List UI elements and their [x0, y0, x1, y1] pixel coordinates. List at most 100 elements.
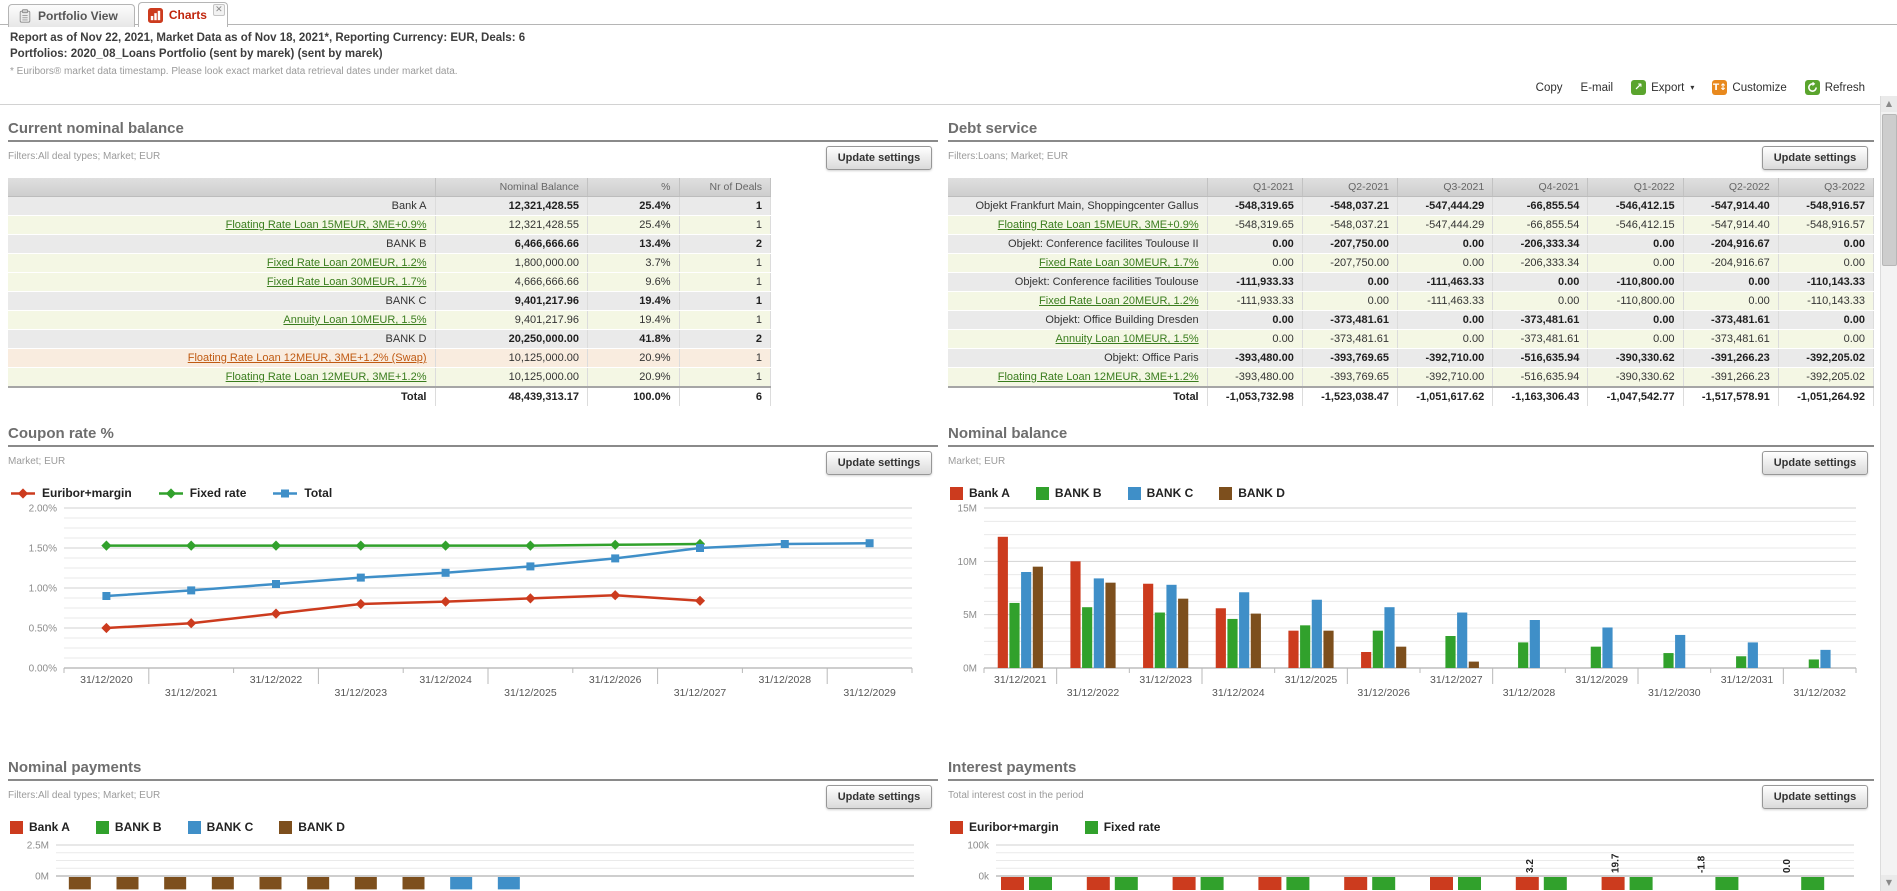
scrollbar-thumb[interactable] — [1882, 114, 1897, 266]
deal-link[interactable]: Fixed Rate Loan 20MEUR, 1.2% — [1039, 295, 1199, 307]
legend-item-euribor-margin[interactable]: Euribor+margin — [950, 820, 1059, 834]
cell-value: 1,800,000.00 — [435, 253, 588, 273]
y-axis-label: 1.50% — [29, 544, 57, 555]
legend-item-total[interactable]: Total — [272, 486, 332, 500]
column-header[interactable]: Q3-2022 — [1778, 178, 1875, 197]
update-settings-button[interactable]: Update settings — [826, 785, 932, 809]
legend-item-euribor-margin[interactable]: Euribor+margin — [10, 486, 132, 500]
legend-item-bank-d[interactable]: BANK D — [279, 820, 345, 834]
bar-bank-d — [1032, 566, 1043, 668]
deal-link[interactable]: Floating Rate Loan 12MEUR, 3ME+1.2% — [998, 371, 1199, 383]
total-value: -1,517,578.91 — [1683, 386, 1779, 407]
cell-value: -548,319.65 — [1207, 196, 1303, 216]
x-axis-label: 31/12/2024 — [1212, 687, 1265, 699]
scroll-down-icon[interactable]: ▼ — [1881, 875, 1897, 891]
deal-link[interactable]: Floating Rate Loan 15MEUR, 3ME+0.9% — [998, 219, 1199, 231]
legend-swatch — [1035, 486, 1049, 500]
bar-fixed-rate — [1372, 877, 1396, 891]
cell-value: -206,333.34 — [1492, 234, 1589, 254]
legend-item-bank-c[interactable]: BANK C — [1127, 486, 1193, 500]
y-axis-label: 0.50% — [29, 624, 57, 635]
x-axis-label: 31/12/2031 — [1721, 674, 1774, 686]
update-settings-button[interactable]: Update settings — [1762, 146, 1868, 170]
deal-link[interactable]: Annuity Loan 10MEUR, 1.5% — [1056, 333, 1199, 345]
legend-item-bank-a[interactable]: Bank A — [10, 820, 70, 834]
bar-bank-c — [1239, 592, 1250, 668]
deal-link[interactable]: Fixed Rate Loan 20MEUR, 1.2% — [267, 257, 427, 269]
update-settings-button[interactable]: Update settings — [826, 146, 932, 170]
deal-link[interactable]: Annuity Loan 10MEUR, 1.5% — [283, 314, 426, 326]
column-header[interactable]: Q2-2022 — [1683, 178, 1779, 197]
legend-item-bank-a[interactable]: Bank A — [950, 486, 1010, 500]
table-row: Annuity Loan 10MEUR, 1.5% 9,401,217.96 19.… — [8, 310, 771, 330]
vertical-scrollbar[interactable]: ▲ ▼ — [1880, 96, 1897, 891]
bar-bank-b — [1300, 625, 1311, 668]
legend-marker-icon — [158, 487, 183, 499]
legend-item-fixed-rate[interactable]: Fixed rate — [158, 486, 246, 500]
legend-item-bank-c[interactable]: BANK C — [187, 820, 253, 834]
cell-value: 4,666,666.66 — [435, 272, 588, 292]
cell-value: -111,463.33 — [1397, 291, 1494, 311]
refresh-button[interactable]: Refresh — [1804, 80, 1865, 95]
legend-label: Bank A — [29, 820, 70, 834]
x-axis-label: 31/12/2022 — [1067, 687, 1120, 699]
update-settings-button[interactable]: Update settings — [1762, 785, 1868, 809]
deal-link[interactable]: Floating Rate Loan 15MEUR, 3ME+0.9% — [226, 219, 427, 231]
total-value: -1,051,264.92 — [1778, 386, 1875, 407]
table-header-row: Q1-2021 Q2-2021 Q3-2021 Q4-2021 Q1-2022 Q2-20… — [948, 178, 1875, 197]
scroll-up-icon[interactable]: ▲ — [1881, 96, 1897, 112]
bar-bank-c — [1166, 584, 1177, 668]
panel-debt-service: Debt service Filters:Loans; Market; EUR … — [948, 113, 1875, 407]
column-header[interactable]: Q1-2021 — [1207, 178, 1303, 197]
close-icon[interactable]: ✕ — [212, 4, 225, 16]
column-header[interactable]: Q1-2022 — [1587, 178, 1684, 197]
update-settings-button[interactable]: Update settings — [1762, 451, 1868, 475]
deal-link[interactable]: Fixed Rate Loan 30MEUR, 1.7% — [267, 276, 427, 288]
column-header[interactable]: Q2-2021 — [1302, 178, 1399, 197]
legend-swatch — [279, 820, 293, 834]
panel-nominal-payments: Nominal payments Filters:All deal types;… — [8, 752, 938, 891]
legend-item-bank-b[interactable]: BANK B — [95, 820, 162, 834]
email-button[interactable]: E-mail — [1581, 82, 1614, 94]
cell-value: 0.00 — [1778, 310, 1875, 330]
total-value: 48,439,313.17 — [435, 386, 588, 407]
bar-bank-c — [1529, 620, 1540, 668]
cell-value: 1 — [679, 348, 771, 368]
legend-item-fixed-rate[interactable]: Fixed rate — [1084, 820, 1160, 834]
tab-portfolio-view[interactable]: Portfolio View — [8, 4, 135, 27]
bar-euribor-margin — [1258, 877, 1282, 891]
cell-value: -373,481.61 — [1302, 329, 1399, 349]
deal-link[interactable]: Fixed Rate Loan 30MEUR, 1.7% — [1039, 257, 1199, 269]
column-header[interactable]: Nominal Balance — [435, 178, 588, 197]
legend-item-bank-b[interactable]: BANK B — [1035, 486, 1102, 500]
bar-bank-d — [1396, 646, 1407, 668]
legend-item-bank-d[interactable]: BANK D — [1219, 486, 1285, 500]
bar-bank-b — [1518, 642, 1529, 668]
tab-charts[interactable]: Charts ✕ — [137, 2, 228, 27]
bar-fixed-rate — [1715, 877, 1739, 891]
copy-button[interactable]: Copy — [1536, 82, 1563, 94]
column-header[interactable]: Q4-2021 — [1492, 178, 1589, 197]
column-header[interactable]: Q3-2021 — [1397, 178, 1494, 197]
cell-value: 6,466,666.66 — [435, 234, 588, 254]
column-header[interactable] — [8, 178, 436, 197]
customize-button[interactable]: T↕ Customize — [1712, 80, 1787, 95]
bar-bank-b — [1445, 636, 1456, 668]
cell-value: 0.00 — [1587, 329, 1684, 349]
cell-value: -111,463.33 — [1397, 272, 1494, 292]
panel-filters: Filters:Loans; Market; EUR — [948, 151, 1069, 162]
cell-value: 0.00 — [1587, 253, 1684, 273]
column-header[interactable] — [948, 178, 1208, 197]
cell-value: -392,710.00 — [1397, 348, 1494, 368]
total-value: 100.0% — [587, 386, 680, 407]
update-settings-button[interactable]: Update settings — [826, 451, 932, 475]
cell-value: 0.00 — [1207, 329, 1303, 349]
deal-link[interactable]: Floating Rate Loan 12MEUR, 3ME+1.2% — [226, 371, 427, 383]
cell-value: 20.9% — [587, 348, 680, 368]
deal-link[interactable]: Floating Rate Loan 12MEUR, 3ME+1.2% (Swa… — [188, 352, 427, 364]
panel-title: Nominal balance — [948, 425, 1068, 442]
column-header[interactable]: % — [587, 178, 680, 197]
column-header[interactable]: Nr of Deals — [679, 178, 771, 197]
export-button[interactable]: ↗ Export ▾ — [1631, 80, 1694, 95]
report-header: Report as of Nov 22, 2021, Market Data a… — [10, 30, 525, 77]
